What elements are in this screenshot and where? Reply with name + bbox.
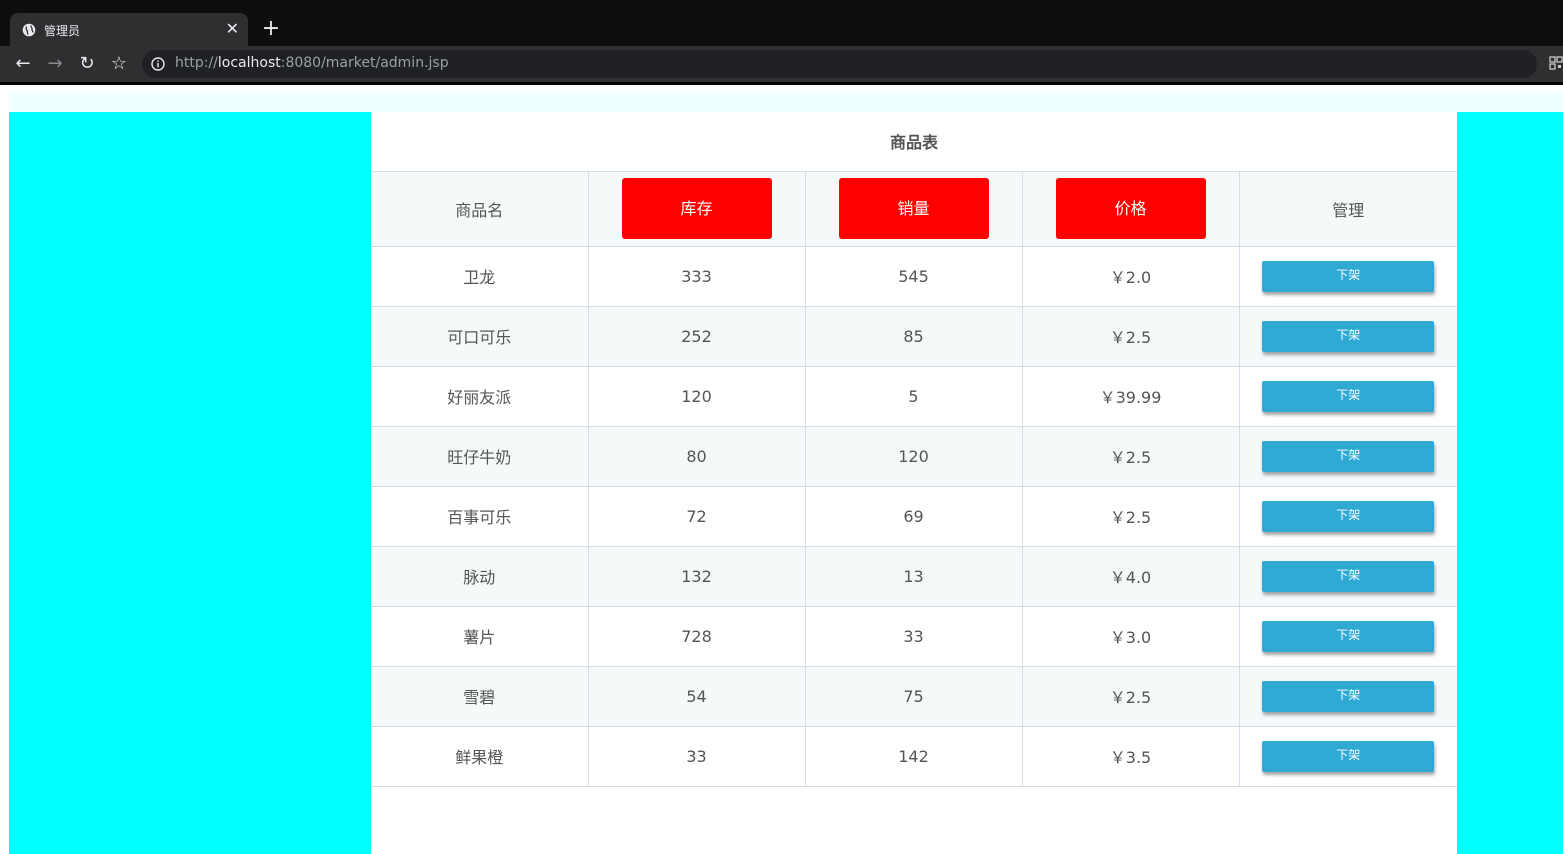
cell-sales: 142 — [805, 726, 1023, 787]
back-arrow-icon[interactable]: ← — [12, 53, 34, 75]
cell-sales: 33 — [805, 606, 1023, 667]
cell-stock: 72 — [588, 486, 806, 547]
remove-from-shelf-button[interactable]: 下架 — [1262, 620, 1435, 652]
bookmark-star-icon[interactable]: ☆ — [108, 53, 130, 75]
cell-name: 鲜果橙 — [371, 726, 589, 787]
goods-table-container: 商品表 商品名 库存 销量 价格 管理 卫龙 333 545 ￥2.0 下架 可… — [371, 112, 1457, 854]
remove-from-shelf-button[interactable]: 下架 — [1262, 440, 1435, 472]
header-manage: 管理 — [1239, 172, 1457, 247]
globe-icon — [22, 23, 36, 37]
left-side-panel — [9, 112, 371, 854]
table-row: 可口可乐 252 85 ￥2.5 下架 — [371, 306, 1457, 367]
remove-from-shelf-button[interactable]: 下架 — [1262, 320, 1435, 352]
right-side-panel — [1457, 112, 1563, 854]
remove-from-shelf-button[interactable]: 下架 — [1262, 740, 1435, 772]
remove-from-shelf-button[interactable]: 下架 — [1262, 680, 1435, 712]
cell-sales: 5 — [805, 366, 1023, 427]
cell-manage: 下架 — [1239, 366, 1457, 427]
cell-manage: 下架 — [1239, 606, 1457, 667]
sort-by-sales-button[interactable]: 销量 — [838, 178, 989, 240]
browser-tab[interactable]: 管理员 ✕ — [10, 13, 248, 46]
sort-by-stock-button[interactable]: 库存 — [621, 178, 772, 240]
header-stock-cell: 库存 — [588, 172, 806, 247]
cell-name: 脉动 — [371, 546, 589, 607]
table-header-row: 商品名 库存 销量 价格 管理 — [371, 172, 1457, 247]
tab-close-icon[interactable]: ✕ — [226, 19, 239, 39]
cell-stock: 80 — [588, 426, 806, 487]
cell-manage: 下架 — [1239, 546, 1457, 607]
cell-sales: 75 — [805, 666, 1023, 727]
cell-manage: 下架 — [1239, 726, 1457, 787]
cell-sales: 85 — [805, 306, 1023, 367]
table-caption: 商品表 — [371, 112, 1457, 172]
browser-toolbar: ← → ↻ ☆ http://localhost:8080/market/adm… — [0, 46, 1563, 82]
tab-title: 管理员 — [44, 24, 81, 38]
cell-name: 薯片 — [371, 606, 589, 667]
cell-manage: 下架 — [1239, 246, 1457, 307]
forward-arrow-icon[interactable]: → — [44, 53, 66, 75]
table-row: 好丽友派 120 5 ￥39.99 下架 — [371, 366, 1457, 427]
table-row: 卫龙 333 545 ￥2.0 下架 — [371, 246, 1457, 307]
cell-stock: 33 — [588, 726, 806, 787]
cell-manage: 下架 — [1239, 486, 1457, 547]
table-row: 雪碧 54 75 ￥2.5 下架 — [371, 666, 1457, 727]
cell-manage: 下架 — [1239, 426, 1457, 487]
table-row: 鲜果橙 33 142 ￥3.5 下架 — [371, 726, 1457, 787]
cell-name: 旺仔牛奶 — [371, 426, 589, 487]
goods-table: 商品名 库存 销量 价格 管理 卫龙 333 545 ￥2.0 下架 可口可乐 … — [371, 172, 1457, 787]
remove-from-shelf-button[interactable]: 下架 — [1262, 560, 1435, 592]
cell-price: ￥2.5 — [1022, 306, 1240, 367]
sort-by-price-button[interactable]: 价格 — [1055, 178, 1206, 240]
cell-stock: 132 — [588, 546, 806, 607]
cell-stock: 120 — [588, 366, 806, 427]
cell-manage: 下架 — [1239, 666, 1457, 727]
cell-sales: 545 — [805, 246, 1023, 307]
cell-stock: 333 — [588, 246, 806, 307]
cell-stock: 728 — [588, 606, 806, 667]
page-header-strip — [9, 91, 1563, 112]
reload-icon[interactable]: ↻ — [76, 53, 98, 75]
table-row: 旺仔牛奶 80 120 ￥2.5 下架 — [371, 426, 1457, 487]
info-icon[interactable] — [151, 57, 165, 71]
cell-sales: 13 — [805, 546, 1023, 607]
cell-stock: 252 — [588, 306, 806, 367]
cell-name: 可口可乐 — [371, 306, 589, 367]
cell-price: ￥39.99 — [1022, 366, 1240, 427]
cell-price: ￥3.0 — [1022, 606, 1240, 667]
header-price-cell: 价格 — [1022, 172, 1240, 247]
cell-price: ￥2.5 — [1022, 666, 1240, 727]
cell-manage: 下架 — [1239, 306, 1457, 367]
cell-name: 好丽友派 — [371, 366, 589, 427]
remove-from-shelf-button[interactable]: 下架 — [1262, 260, 1435, 292]
table-row: 薯片 728 33 ￥3.0 下架 — [371, 606, 1457, 667]
browser-tab-bar: 管理员 ✕ + — [0, 0, 1563, 46]
remove-from-shelf-button[interactable]: 下架 — [1262, 500, 1435, 532]
header-sales-cell: 销量 — [805, 172, 1023, 247]
cell-price: ￥2.5 — [1022, 426, 1240, 487]
chrome-divider — [0, 82, 1563, 85]
cell-price: ￥2.5 — [1022, 486, 1240, 547]
table-row: 百事可乐 72 69 ￥2.5 下架 — [371, 486, 1457, 547]
cell-price: ￥3.5 — [1022, 726, 1240, 787]
cell-price: ￥4.0 — [1022, 546, 1240, 607]
cell-sales: 120 — [805, 426, 1023, 487]
cell-name: 卫龙 — [371, 246, 589, 307]
cell-price: ￥2.0 — [1022, 246, 1240, 307]
cell-sales: 69 — [805, 486, 1023, 547]
address-bar[interactable]: http://localhost:8080/market/admin.jsp — [142, 50, 1537, 78]
url-text[interactable]: http://localhost:8080/market/admin.jsp — [175, 55, 449, 71]
cell-name: 百事可乐 — [371, 486, 589, 547]
remove-from-shelf-button[interactable]: 下架 — [1262, 380, 1435, 412]
qr-code-icon[interactable] — [1549, 56, 1563, 70]
cell-name: 雪碧 — [371, 666, 589, 727]
cell-stock: 54 — [588, 666, 806, 727]
table-row: 脉动 132 13 ￥4.0 下架 — [371, 546, 1457, 607]
header-name: 商品名 — [371, 172, 589, 247]
new-tab-icon[interactable]: + — [259, 18, 283, 42]
